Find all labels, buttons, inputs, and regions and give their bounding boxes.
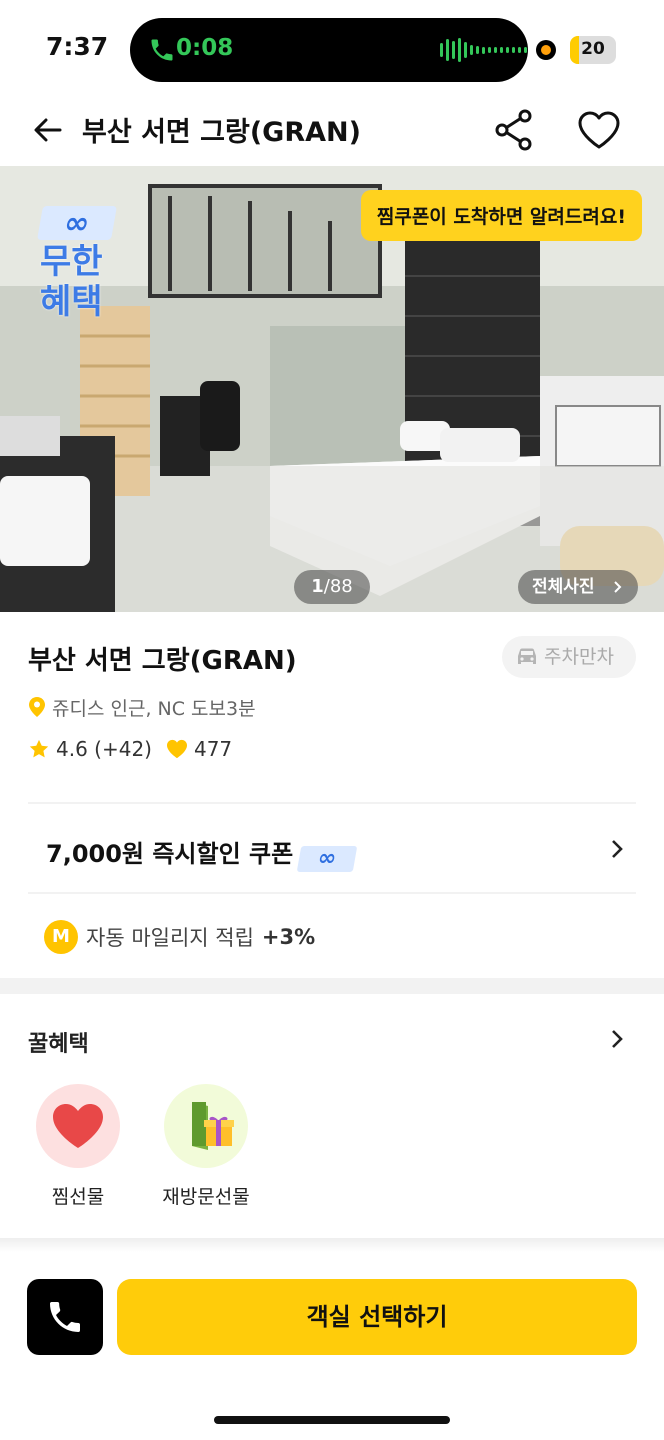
call-button[interactable]	[27, 1279, 103, 1355]
page-title: 부산 서면 그랑(GRAN)	[82, 117, 361, 148]
phone-icon	[151, 39, 173, 61]
back-arrow-icon[interactable]	[30, 112, 66, 148]
location-pin-icon	[29, 697, 45, 717]
infinity-icon: ∞	[296, 846, 358, 872]
battery-icon: 20	[570, 36, 616, 64]
section-divider	[28, 802, 636, 804]
parking-status-label: 주차만차	[544, 646, 614, 668]
benefits-title: 꿀혜택	[28, 1032, 89, 1057]
benefit-wish-gift[interactable]: 찜선물	[18, 1084, 138, 1209]
dynamic-island-call[interactable]: 0:08	[130, 18, 528, 82]
review-count: (+42)	[94, 737, 152, 761]
mileage-label: 자동 마일리지 적립	[86, 926, 254, 950]
rating-score: 4.6	[56, 737, 88, 761]
location-text: 쥬디스 인근, NC 도보3분	[52, 698, 256, 720]
heart-filled-icon	[166, 739, 187, 759]
star-icon	[29, 739, 49, 758]
chevron-right-icon	[612, 840, 623, 858]
mileage-coin-icon: M	[44, 920, 78, 954]
call-timer: 0:08	[176, 35, 234, 61]
status-time: 7:37	[46, 32, 109, 61]
home-indicator[interactable]	[214, 1416, 450, 1424]
badge-text-line2: 혜택	[40, 282, 103, 322]
status-bar: 7:37 0:08 20	[0, 0, 664, 100]
mileage-row: M 자동 마일리지 적립 +3%	[44, 920, 315, 954]
benefit-icon-circle	[164, 1084, 248, 1168]
car-icon	[518, 648, 536, 664]
location-row: 쥬디스 인근, NC 도보3분	[28, 694, 256, 721]
infinity-logo-icon: ∞	[37, 206, 117, 241]
all-photos-button[interactable]: 전체사진	[518, 570, 638, 604]
bottom-bar-shadow	[0, 1238, 664, 1252]
coupon-alert-tooltip[interactable]: 찜쿠폰이 도착하면 알려드려요!	[360, 190, 642, 241]
mileage-percent: +3%	[261, 925, 316, 949]
battery-level: 20	[581, 39, 605, 59]
top-nav-bar: 부산 서면 그랑(GRAN)	[0, 100, 664, 164]
recording-indicator-icon	[536, 40, 556, 60]
all-photos-label: 전체사진	[532, 577, 595, 597]
likes-group: 477	[166, 737, 232, 761]
photo-counter-current: 1	[311, 576, 324, 597]
benefit-label: 재방문선물	[162, 1186, 250, 1208]
coupon-label: 7,000원 즉시할인 쿠폰 ∞	[46, 834, 358, 872]
audio-wave-icon	[440, 38, 527, 62]
gift-door-icon	[192, 1102, 234, 1150]
phone-icon	[50, 1302, 80, 1332]
chevron-right-icon	[614, 581, 622, 593]
unlimited-benefit-badge: ∞ 무한 혜택	[37, 206, 120, 322]
coupon-text: 7,000원 즉시할인 쿠폰	[46, 840, 294, 868]
heart-icon	[53, 1104, 103, 1148]
hotel-name: 부산 서면 그랑(GRAN)	[28, 646, 297, 676]
badge-text-line1: 무한	[40, 242, 103, 282]
favorite-heart-icon[interactable]	[576, 108, 622, 152]
instant-discount-coupon-row[interactable]: 7,000원 즉시할인 쿠폰 ∞	[28, 806, 636, 892]
photo-counter-total: /88	[323, 576, 353, 597]
photo-counter: 1/88	[294, 570, 370, 604]
share-icon[interactable]	[494, 108, 534, 152]
benefit-revisit-gift[interactable]: 재방문선물	[146, 1084, 266, 1209]
likes-count: 477	[193, 737, 233, 761]
benefit-label: 찜선물	[51, 1186, 105, 1208]
benefit-icon-circle	[36, 1084, 120, 1168]
parking-status-badge: 주차만차	[502, 636, 636, 678]
section-separator	[0, 978, 664, 994]
section-divider	[28, 892, 636, 894]
photo-carousel[interactable]: ∞ 무한 혜택 찜쿠폰이 도착하면 알려드려요! 1/88 전체사진	[0, 166, 664, 612]
chevron-right-icon[interactable]	[610, 1028, 624, 1050]
rating-row[interactable]: 4.6 (+42) 477	[28, 737, 232, 761]
select-room-button[interactable]: 객실 선택하기	[117, 1279, 637, 1355]
